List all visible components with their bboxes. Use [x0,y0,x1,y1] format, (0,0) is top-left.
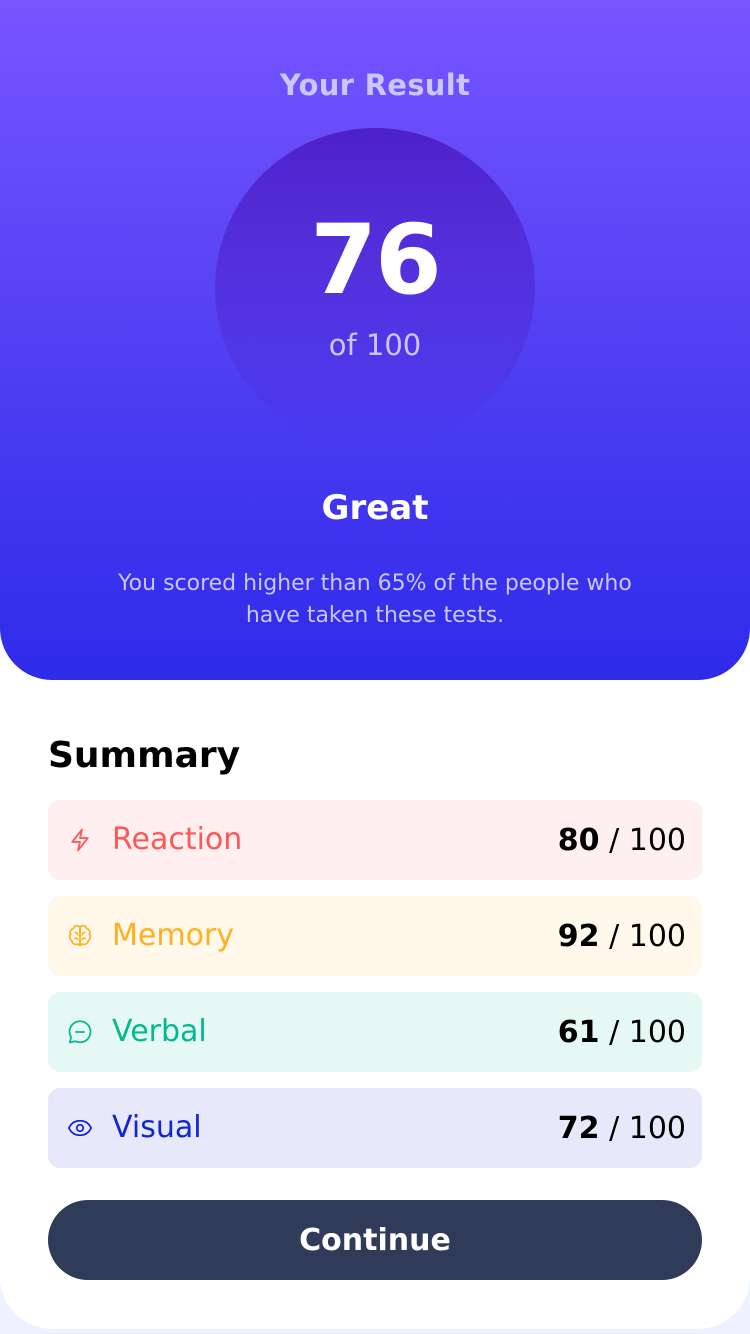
score-total: / 100 [609,822,686,858]
score-total: / 100 [609,1110,686,1146]
results-card: Your Result 76 of 100 Great You scored h… [0,0,750,1329]
summary-item-verbal: Verbal 61 / 100 [48,992,702,1072]
rating-label: Great [321,488,429,528]
summary-item-score: 72 / 100 [558,1111,686,1146]
score-value: 76 [310,204,442,316]
score-circle: 76 of 100 [215,128,535,448]
summary-item-label: Memory [112,918,235,953]
summary-item-score: 92 / 100 [558,919,686,954]
result-title: Your Result [279,68,471,102]
summary-item-label: Visual [112,1110,202,1145]
score-max-label: of 100 [328,328,422,362]
summary-item-memory: Memory 92 / 100 [48,896,702,976]
continue-button[interactable]: Continue [48,1200,702,1280]
score-total: / 100 [609,1014,686,1050]
eye-icon [66,1114,94,1142]
rating-description: You scored higher than 65% of the people… [118,571,632,628]
score-value: 72 [557,1110,600,1146]
summary-item-reaction: Reaction 80 / 100 [48,800,702,880]
lightning-icon [66,826,94,854]
score-value: 92 [557,918,600,954]
summary-item-score: 80 / 100 [558,823,686,858]
score-total: / 100 [609,918,686,954]
score-value: 61 [557,1014,600,1050]
summary-title: Summary [48,735,241,776]
chat-bubble-icon [66,1018,94,1046]
summary-item-visual: Visual 72 / 100 [48,1088,702,1168]
score-value: 80 [557,822,600,858]
brain-icon [66,922,94,950]
summary-item-label: Verbal [112,1014,207,1049]
summary-item-score: 61 / 100 [558,1015,686,1050]
summary-item-label: Reaction [112,822,243,857]
result-panel: Your Result 76 of 100 Great You scored h… [0,0,750,680]
summary-section: Summary Reaction 80 / 100 Memory 92 / 10… [48,734,702,1184]
